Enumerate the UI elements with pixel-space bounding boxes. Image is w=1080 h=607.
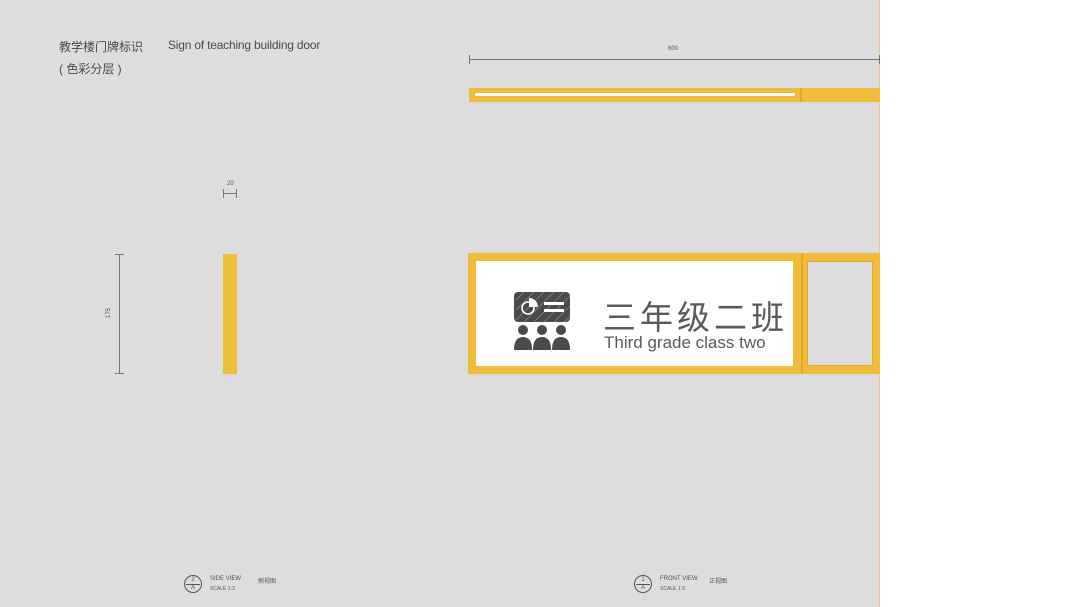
side-view-marker: 2 A — [184, 575, 202, 593]
side-view-bar — [223, 254, 237, 374]
thickness-dimension-tick-left — [223, 189, 224, 198]
front-view-title: FRONT VIEW — [660, 576, 698, 582]
title-english: Sign of teaching building door — [168, 38, 321, 52]
thickness-dimension-tick-right — [236, 189, 237, 198]
width-dimension-line — [469, 59, 880, 60]
front-view-number: 1 — [641, 577, 645, 583]
side-view-sheet: A — [190, 585, 195, 591]
side-view-title-chinese: 侧视图 — [258, 579, 277, 585]
top-view-divider — [800, 88, 802, 102]
top-view-strip — [469, 88, 880, 102]
title-subtitle: ( 色彩分层 ) — [59, 62, 122, 76]
thickness-dimension-line — [223, 193, 237, 194]
sign-side-window — [807, 261, 873, 366]
side-view-title: SIDE VIEW — [210, 576, 242, 582]
sign-divider — [801, 253, 803, 374]
width-dimension-label: 600 — [668, 46, 679, 52]
width-dimension-tick-left — [469, 55, 470, 64]
width-dimension-tick-right — [879, 55, 880, 64]
thickness-dimension-label: 20 — [227, 181, 234, 187]
front-view-sign: 三年级二班 Third grade class two — [468, 253, 880, 374]
top-view-light-slot — [475, 93, 795, 96]
front-view-marker: 1 A — [634, 575, 652, 593]
sign-white-panel: 三年级二班 Third grade class two — [476, 261, 793, 366]
front-view-title-chinese: 正视图 — [709, 579, 728, 585]
height-dimension-line — [119, 254, 120, 374]
front-view-sheet: A — [640, 585, 645, 591]
sign-class-name-chinese: 三年级二班 — [603, 298, 788, 337]
title-chinese: 教学楼门牌标识 — [59, 40, 144, 54]
height-dimension-tick-bottom — [115, 373, 124, 374]
height-dimension-label: 175 — [106, 307, 113, 319]
classroom-icon — [514, 291, 571, 350]
front-view-scale: SCALE 1:3 — [660, 586, 685, 592]
height-dimension-tick-top — [115, 254, 124, 255]
sign-class-name-english: Third grade class two — [604, 333, 766, 352]
side-view-scale: SCALE 1:3 — [210, 586, 235, 592]
side-view-number: 2 — [191, 577, 195, 583]
